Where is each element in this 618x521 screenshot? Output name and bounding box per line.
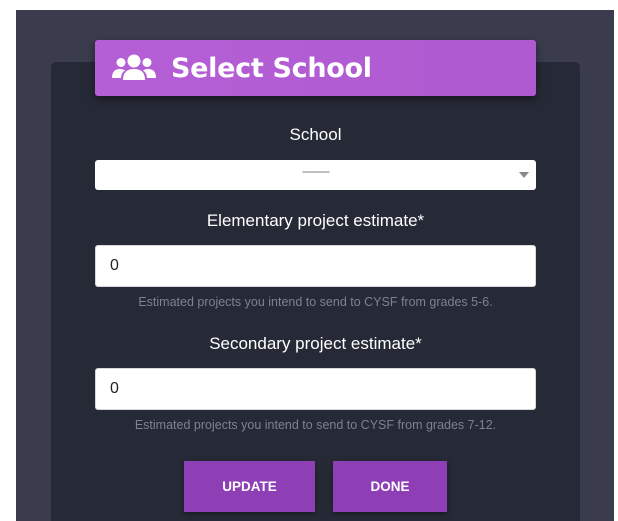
school-select-value: --------- (302, 164, 330, 178)
secondary-help-text: Estimated projects you intend to send to… (134, 418, 497, 432)
school-select[interactable]: --------- (95, 160, 536, 190)
users-icon (111, 53, 157, 83)
secondary-estimate-input[interactable] (95, 368, 536, 410)
update-button[interactable]: UPDATE (184, 461, 315, 512)
secondary-label: Secondary project estimate* (209, 334, 422, 353)
chevron-down-icon (519, 172, 529, 178)
elementary-label: Elementary project estimate* (206, 211, 425, 230)
school-label: School (289, 125, 342, 144)
card-header: Select School (95, 40, 536, 96)
elementary-help-text: Estimated projects you intend to send to… (138, 295, 493, 309)
elementary-estimate-input[interactable] (95, 245, 536, 287)
page-title: Select School (171, 52, 372, 84)
done-button[interactable]: DONE (333, 461, 447, 512)
